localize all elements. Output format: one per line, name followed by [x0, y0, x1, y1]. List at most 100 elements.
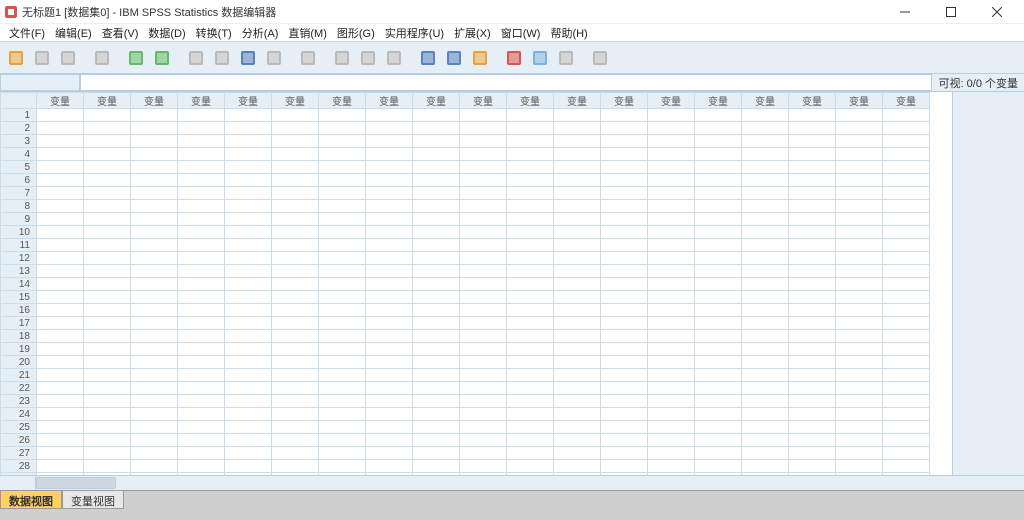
cell[interactable] [37, 369, 84, 382]
cell[interactable] [272, 460, 319, 473]
column-header[interactable]: 变量 [554, 93, 601, 109]
cell[interactable] [37, 226, 84, 239]
cell[interactable] [507, 382, 554, 395]
cell[interactable] [178, 330, 225, 343]
cell[interactable] [84, 317, 131, 330]
cell[interactable] [413, 369, 460, 382]
cell[interactable] [883, 161, 930, 174]
cell[interactable] [601, 161, 648, 174]
cell[interactable] [789, 408, 836, 421]
cell[interactable] [37, 148, 84, 161]
cell[interactable] [836, 395, 883, 408]
cell[interactable] [507, 161, 554, 174]
cell[interactable] [84, 473, 131, 476]
cell[interactable] [460, 239, 507, 252]
cell[interactable] [460, 317, 507, 330]
row-header[interactable]: 28 [1, 460, 37, 473]
cell[interactable] [460, 421, 507, 434]
cell[interactable] [225, 200, 272, 213]
cell[interactable] [742, 356, 789, 369]
cell[interactable] [178, 473, 225, 476]
cell[interactable] [225, 187, 272, 200]
cell[interactable] [883, 434, 930, 447]
cell[interactable] [84, 122, 131, 135]
cell[interactable] [413, 226, 460, 239]
cell[interactable] [413, 109, 460, 122]
cell[interactable] [836, 447, 883, 460]
cell[interactable] [37, 135, 84, 148]
cell[interactable] [836, 473, 883, 476]
cell[interactable] [225, 408, 272, 421]
cell[interactable] [225, 343, 272, 356]
cell[interactable] [789, 434, 836, 447]
cell[interactable] [319, 343, 366, 356]
cell[interactable] [131, 473, 178, 476]
cell[interactable] [225, 135, 272, 148]
cell[interactable] [84, 109, 131, 122]
cell[interactable] [272, 148, 319, 161]
cell[interactable] [131, 161, 178, 174]
cell[interactable] [554, 109, 601, 122]
cell[interactable] [319, 161, 366, 174]
cell[interactable] [366, 161, 413, 174]
column-header[interactable]: 变量 [37, 93, 84, 109]
cell[interactable] [695, 278, 742, 291]
row-header[interactable]: 18 [1, 330, 37, 343]
menu-view[interactable]: 查看(V) [97, 25, 144, 41]
menu-window[interactable]: 窗口(W) [496, 25, 546, 41]
cell[interactable] [742, 421, 789, 434]
cell[interactable] [413, 356, 460, 369]
cell[interactable] [225, 460, 272, 473]
cell[interactable] [272, 304, 319, 317]
cell[interactable] [695, 460, 742, 473]
cell[interactable] [648, 343, 695, 356]
menu-utilities[interactable]: 实用程序(U) [380, 25, 449, 41]
cell[interactable] [554, 174, 601, 187]
cell[interactable] [225, 434, 272, 447]
cell[interactable] [789, 278, 836, 291]
cell[interactable] [883, 252, 930, 265]
cell[interactable] [883, 304, 930, 317]
cell[interactable] [460, 200, 507, 213]
cell[interactable] [460, 395, 507, 408]
cell[interactable] [225, 473, 272, 476]
cell[interactable] [836, 252, 883, 265]
cell[interactable] [742, 434, 789, 447]
row-header[interactable]: 1 [1, 109, 37, 122]
cell[interactable] [507, 330, 554, 343]
cell[interactable] [601, 135, 648, 148]
cell[interactable] [37, 330, 84, 343]
cell[interactable] [366, 434, 413, 447]
column-header[interactable]: 变量 [648, 93, 695, 109]
cell[interactable] [366, 252, 413, 265]
cell[interactable] [648, 369, 695, 382]
cell[interactable] [366, 447, 413, 460]
cell[interactable] [178, 304, 225, 317]
cell[interactable] [836, 330, 883, 343]
cell[interactable] [601, 317, 648, 330]
cell[interactable] [319, 239, 366, 252]
row-header[interactable]: 2 [1, 122, 37, 135]
cell[interactable] [131, 174, 178, 187]
cell[interactable] [272, 369, 319, 382]
cell[interactable] [413, 148, 460, 161]
cell[interactable] [554, 343, 601, 356]
cell[interactable] [836, 122, 883, 135]
cell[interactable] [84, 174, 131, 187]
row-header[interactable]: 27 [1, 447, 37, 460]
cell[interactable] [319, 447, 366, 460]
cell[interactable] [742, 187, 789, 200]
cell[interactable] [742, 460, 789, 473]
cell[interactable] [37, 200, 84, 213]
cell[interactable] [319, 408, 366, 421]
cell[interactable] [272, 278, 319, 291]
cell[interactable] [272, 447, 319, 460]
cell[interactable] [695, 187, 742, 200]
cell[interactable] [413, 434, 460, 447]
cell[interactable] [225, 421, 272, 434]
cell[interactable] [883, 395, 930, 408]
cell[interactable] [319, 369, 366, 382]
cell[interactable] [695, 395, 742, 408]
cell[interactable] [319, 382, 366, 395]
cell[interactable] [413, 291, 460, 304]
